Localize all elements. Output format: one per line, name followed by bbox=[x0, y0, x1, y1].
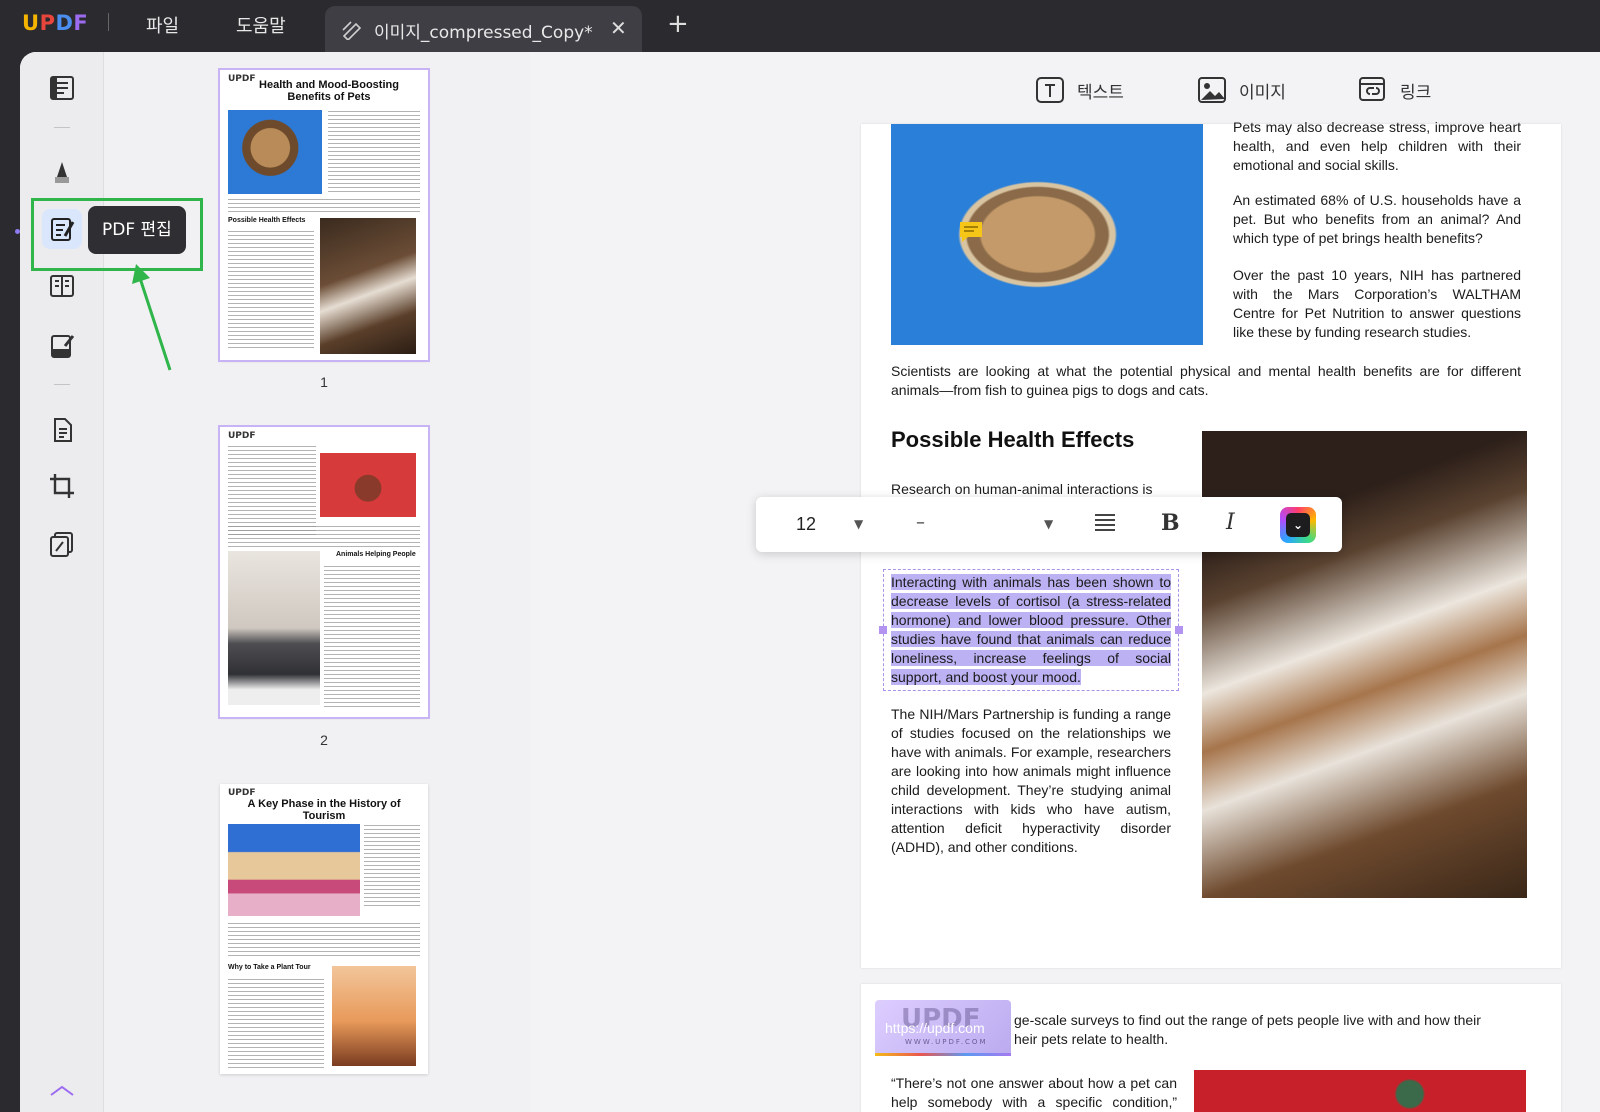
thumbnail-text bbox=[228, 230, 314, 350]
more-tools-icon[interactable] bbox=[42, 1072, 82, 1112]
compress-icon[interactable] bbox=[42, 524, 82, 564]
bold-icon[interactable]: B bbox=[1161, 510, 1180, 536]
resize-handle-right[interactable] bbox=[1175, 626, 1183, 634]
add-image-button[interactable]: 이미지 bbox=[1197, 72, 1286, 108]
menu-file[interactable]: 파일 bbox=[146, 12, 179, 38]
text-color-picker[interactable]: ⌄ bbox=[1280, 507, 1316, 543]
paragraph[interactable]: ge-scale surveys to find out the range o… bbox=[1014, 1011, 1536, 1030]
thumbnail-logo: UPDF bbox=[228, 74, 256, 84]
thumbnail-section-title: Possible Health Effects bbox=[228, 217, 306, 224]
page-thumbnail-1[interactable]: UPDF Health and Mood-Boosting Benefits o… bbox=[218, 68, 430, 362]
close-tab-icon[interactable]: ✕ bbox=[610, 16, 627, 40]
page-thumbnail-3[interactable]: UPDF A Key Phase in the History of Touri… bbox=[220, 784, 428, 1074]
highlighter-icon[interactable] bbox=[42, 152, 82, 192]
thumbnail-image-street bbox=[228, 824, 360, 916]
thumbnail-text bbox=[228, 445, 316, 537]
thumbnail-image-tower bbox=[332, 966, 416, 1066]
paragraph[interactable]: An estimated 68% of U.S. households have… bbox=[1233, 191, 1521, 248]
selected-paragraph[interactable]: Interacting with animals has been shown … bbox=[891, 573, 1171, 687]
page-number-2: 2 bbox=[320, 732, 328, 748]
font-family-dropdown-icon[interactable]: ▼ bbox=[1044, 517, 1053, 531]
app-logo: UPDF bbox=[22, 11, 89, 35]
thumbnail-image-cat bbox=[228, 110, 322, 194]
document-tab[interactable]: 이미지_compressed_Copy* ✕ bbox=[325, 6, 642, 52]
tool-divider bbox=[54, 384, 70, 385]
convert-icon[interactable] bbox=[42, 410, 82, 450]
fill-sign-icon[interactable] bbox=[42, 326, 82, 366]
thumbnail-title: A Key Phase in the History of Tourism bbox=[247, 798, 401, 822]
dogs-photo[interactable] bbox=[1194, 1070, 1526, 1112]
text-format-toolbar: 12 ▼ – ▼ B I ⌄ bbox=[756, 497, 1342, 552]
watermark-underline bbox=[875, 1053, 1011, 1056]
text-tool-icon bbox=[1036, 77, 1064, 103]
font-size-value[interactable]: 12 bbox=[796, 514, 816, 535]
thumbnail-image-dogs bbox=[320, 453, 416, 517]
edit-pdf-tooltip: PDF 편집 bbox=[88, 206, 186, 254]
document-tab-icon bbox=[341, 20, 363, 45]
comment-icon[interactable] bbox=[958, 220, 984, 249]
document-viewport: 텍스트 이미지 링크 Pets may also decrease stress… bbox=[530, 52, 1600, 1112]
chevron-down-icon: ⌄ bbox=[1286, 513, 1310, 537]
italic-icon[interactable]: I bbox=[1226, 510, 1235, 535]
cat-photo[interactable] bbox=[891, 124, 1203, 345]
font-family-value[interactable]: – bbox=[916, 512, 925, 533]
watermark-sub: WWW.UPDF.COM bbox=[905, 1038, 988, 1046]
thumbnail-text bbox=[228, 922, 420, 958]
page-thumbnail-2[interactable]: UPDF Animals Helping People bbox=[218, 425, 430, 719]
thumbnail-logo: UPDF bbox=[228, 788, 256, 798]
add-link-button[interactable]: 링크 bbox=[1358, 72, 1431, 108]
thumbnail-text bbox=[328, 110, 420, 194]
page-number-1: 1 bbox=[320, 374, 328, 390]
paragraph[interactable]: Over the past 10 years, NIH has partnere… bbox=[1233, 266, 1521, 342]
add-link-label: 링크 bbox=[1400, 82, 1432, 103]
reader-icon[interactable] bbox=[42, 68, 82, 108]
font-size-dropdown-icon[interactable]: ▼ bbox=[854, 517, 863, 531]
thumbnail-text bbox=[228, 978, 324, 1068]
menu-help[interactable]: 도움말 bbox=[236, 12, 286, 38]
add-image-label: 이미지 bbox=[1239, 82, 1286, 103]
thumbnail-logo: UPDF bbox=[228, 431, 256, 441]
paragraph[interactable]: The NIH/Mars Partnership is funding a ra… bbox=[891, 705, 1171, 857]
thumbnail-text bbox=[228, 525, 420, 547]
document-tab-title: 이미지_compressed_Copy* bbox=[374, 23, 593, 43]
watermark: UPDF https://updf.com WWW.UPDF.COM bbox=[875, 1000, 1011, 1056]
paragraph[interactable]: “There’s not one answer about how a pet … bbox=[891, 1074, 1177, 1112]
thumbnail-text bbox=[364, 824, 420, 906]
title-bar: UPDF 파일 도움말 이미지_compressed_Copy* ✕ + bbox=[0, 0, 1600, 52]
pdf-page-2: UPDF https://updf.com WWW.UPDF.COM ge-sc… bbox=[861, 984, 1561, 1112]
thumbnail-image-dog bbox=[320, 218, 416, 354]
organize-pages-icon[interactable] bbox=[42, 266, 82, 306]
thumbnail-text bbox=[228, 198, 420, 212]
add-text-button[interactable]: 텍스트 bbox=[1035, 72, 1124, 108]
thumbnail-section-title: Why to Take a Plant Tour bbox=[228, 964, 311, 971]
tool-divider bbox=[54, 127, 70, 128]
new-tab-button[interactable]: + bbox=[667, 9, 689, 39]
thumbnail-title: Health and Mood-Boosting Benefits of Pet… bbox=[259, 79, 399, 103]
thumbnail-text bbox=[324, 565, 420, 709]
watermark-url: https://updf.com bbox=[885, 1020, 985, 1036]
selected-text: Interacting with animals has been shown … bbox=[891, 574, 1171, 685]
crop-icon[interactable] bbox=[42, 466, 82, 506]
image-tool-icon bbox=[1198, 77, 1226, 103]
paragraph[interactable]: Pets may also decrease stress, improve h… bbox=[1233, 118, 1521, 175]
resize-handle-left[interactable] bbox=[879, 626, 887, 634]
paragraph[interactable]: heir pets relate to health. bbox=[1014, 1030, 1314, 1049]
link-tool-icon bbox=[1359, 77, 1385, 101]
thumbnail-section-title: Animals Helping People bbox=[336, 551, 416, 558]
add-text-label: 텍스트 bbox=[1077, 82, 1124, 103]
align-justify-icon[interactable] bbox=[1094, 513, 1116, 538]
paragraph[interactable]: Scientists are looking at what the poten… bbox=[891, 362, 1521, 400]
annotation-arrow-icon bbox=[132, 264, 172, 371]
app-body: UPDF Health and Mood-Boosting Benefits o… bbox=[20, 52, 1600, 1112]
thumbnail-image-cat bbox=[228, 551, 320, 705]
section-heading[interactable]: Possible Health Effects bbox=[891, 427, 1134, 453]
divider bbox=[108, 13, 109, 31]
